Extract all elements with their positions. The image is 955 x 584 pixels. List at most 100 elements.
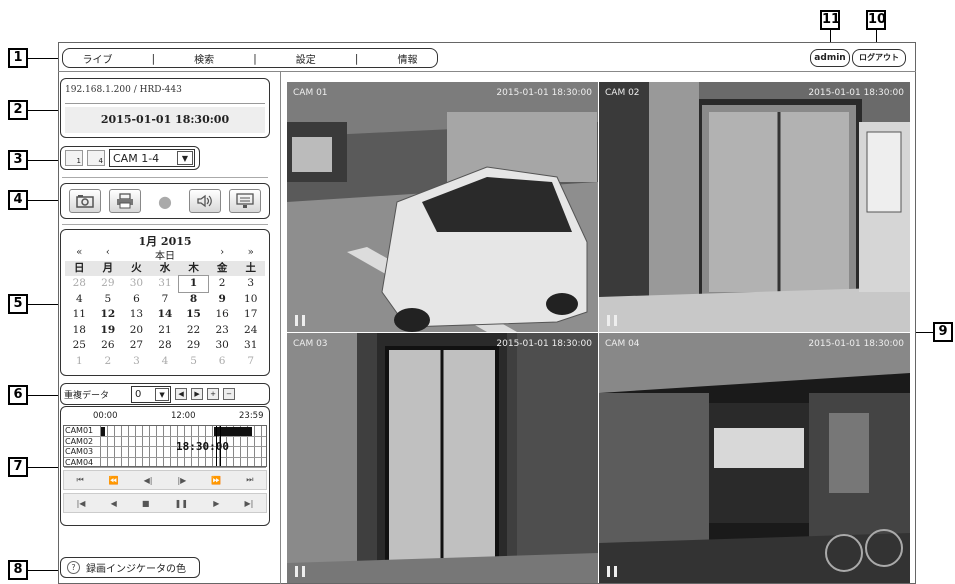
prev-month-button[interactable]: ‹ xyxy=(94,247,123,261)
prev-icon[interactable]: ◀ xyxy=(175,388,188,400)
speaker-icon[interactable] xyxy=(189,189,221,213)
calendar-day[interactable]: 25 xyxy=(65,338,94,354)
prev-year-button[interactable]: « xyxy=(65,247,94,261)
hour-label: 00:00 xyxy=(93,411,118,421)
calendar-day[interactable]: 2 xyxy=(94,354,123,370)
layout-1-button[interactable]: 1 xyxy=(65,150,83,166)
calendar-day[interactable]: 14 xyxy=(151,307,180,323)
duplicate-data-select[interactable]: 0 ▼ xyxy=(131,385,172,403)
pause-icon[interactable] xyxy=(295,566,305,577)
layout-4-button[interactable]: 4 xyxy=(87,150,105,166)
calendar-day[interactable]: 17 xyxy=(236,307,265,323)
frame-forward-icon[interactable]: ▶| xyxy=(245,499,254,508)
calendar-day[interactable]: 19 xyxy=(94,323,123,339)
camera-tile-4[interactable]: CAM 04 2015-01-01 18:30:00 xyxy=(599,333,910,583)
camera-tile-2[interactable]: CAM 02 2015-01-01 18:30:00 xyxy=(599,82,910,332)
camera-tile-1[interactable]: CAM 01 2015-01-01 18:30:00 xyxy=(287,82,598,332)
calendar-day[interactable]: 24 xyxy=(236,323,265,339)
calendar-day[interactable]: 22 xyxy=(179,323,208,339)
calendar-day[interactable]: 4 xyxy=(151,354,180,370)
calendar-day[interactable]: 13 xyxy=(122,307,151,323)
pause-icon[interactable]: ❚❚ xyxy=(175,499,188,508)
play-icon[interactable]: ▶ xyxy=(213,499,219,508)
menu-live[interactable]: ライブ xyxy=(82,51,112,66)
calendar-day[interactable]: 4 xyxy=(65,292,94,308)
today-button[interactable]: 本日 xyxy=(122,247,208,262)
timeline-row: CAM02 xyxy=(64,437,266,447)
stop-icon[interactable]: ■ xyxy=(142,499,150,508)
playback-controls-row2: |◀ ◀ ■ ❚❚ ▶ ▶| xyxy=(63,493,267,513)
calendar-day[interactable]: 7 xyxy=(151,292,180,308)
logout-button[interactable]: ログアウト xyxy=(852,49,906,67)
calendar-day[interactable]: 9 xyxy=(208,292,237,308)
calendar-day[interactable]: 6 xyxy=(208,354,237,370)
callout-2: 2 xyxy=(8,100,28,120)
calendar-day[interactable]: 21 xyxy=(151,323,180,339)
calendar-day[interactable]: 12 xyxy=(94,307,123,323)
sidebar-divider xyxy=(280,72,281,584)
calendar-day[interactable]: 2 xyxy=(208,276,237,292)
monitor-icon[interactable] xyxy=(229,189,261,213)
printer-icon[interactable] xyxy=(109,189,141,213)
calendar-day[interactable]: 5 xyxy=(94,292,123,308)
step-forward-icon[interactable]: |▶ xyxy=(177,476,186,485)
calendar-day[interactable]: 11 xyxy=(65,307,94,323)
calendar-day[interactable]: 23 xyxy=(208,323,237,339)
recording-color-legend-button[interactable]: ? 録画インジケータの色 xyxy=(60,557,200,578)
step-back-icon[interactable]: ◀| xyxy=(144,476,153,485)
pause-icon[interactable] xyxy=(607,315,617,326)
pause-icon[interactable] xyxy=(295,315,305,326)
calendar-day[interactable]: 31 xyxy=(236,338,265,354)
calendar-day[interactable]: 3 xyxy=(122,354,151,370)
calendar-day[interactable]: 1 xyxy=(65,354,94,370)
menu-info[interactable]: 情報 xyxy=(397,51,417,66)
calendar-day[interactable]: 15 xyxy=(179,307,208,323)
calendar-day[interactable]: 31 xyxy=(151,276,180,292)
timeline-grid[interactable]: CAM01 CAM02 CAM03 CAM04 18:30:00 xyxy=(63,425,267,468)
calendar-day[interactable]: 8 xyxy=(179,292,208,308)
record-dot-icon[interactable]: ● xyxy=(149,189,181,213)
calendar-day[interactable]: 6 xyxy=(122,292,151,308)
device-datetime: 2015-01-01 18:30:00 xyxy=(65,107,265,133)
fast-forward-icon[interactable]: ⏩ xyxy=(211,476,221,485)
next-icon[interactable]: ▶ xyxy=(191,388,204,400)
chevron-down-icon[interactable]: ▼ xyxy=(177,151,193,165)
chevron-down-icon[interactable]: ▼ xyxy=(155,387,170,401)
camera-tile-3[interactable]: CAM 03 2015-01-01 18:30:00 xyxy=(287,333,598,583)
skip-end-icon[interactable]: ⏭ xyxy=(246,475,253,485)
calendar-day[interactable]: 29 xyxy=(179,338,208,354)
reverse-play-icon[interactable]: ◀ xyxy=(111,499,117,508)
calendar-day[interactable]: 10 xyxy=(236,292,265,308)
calendar-day[interactable]: 3 xyxy=(236,276,265,292)
next-month-button[interactable]: › xyxy=(208,247,237,261)
skip-start-icon[interactable]: ⏮ xyxy=(76,475,83,485)
menu-search[interactable]: 検索 xyxy=(194,51,214,66)
calendar-day[interactable]: 30 xyxy=(122,276,151,292)
weekday-header: 日 xyxy=(65,261,94,276)
calendar-day[interactable]: 7 xyxy=(236,354,265,370)
main-menu: ライブ | 検索 | 設定 | 情報 xyxy=(62,48,438,68)
next-year-button[interactable]: » xyxy=(236,247,265,261)
calendar-day[interactable]: 20 xyxy=(122,323,151,339)
calendar-day[interactable]: 30 xyxy=(208,338,237,354)
admin-button[interactable]: admin xyxy=(810,49,850,67)
menu-settings[interactable]: 設定 xyxy=(296,51,316,66)
zoom-in-button[interactable]: + xyxy=(207,388,220,400)
calendar-day[interactable]: 5 xyxy=(179,354,208,370)
calendar-day[interactable]: 26 xyxy=(94,338,123,354)
camera-icon[interactable] xyxy=(69,189,101,213)
calendar-day[interactable]: 28 xyxy=(65,276,94,292)
calendar-day[interactable]: 27 xyxy=(122,338,151,354)
calendar-day[interactable]: 16 xyxy=(208,307,237,323)
zoom-out-button[interactable]: − xyxy=(223,388,236,400)
frame-back-icon[interactable]: |◀ xyxy=(77,499,86,508)
calendar-day[interactable]: 18 xyxy=(65,323,94,339)
camera-group-select[interactable]: CAM 1-4 ▼ xyxy=(109,149,195,167)
pause-icon[interactable] xyxy=(607,566,617,577)
calendar-day[interactable]: 28 xyxy=(151,338,180,354)
calendar-day-selected[interactable]: 1 xyxy=(178,275,209,293)
fast-rewind-icon[interactable]: ⏪ xyxy=(109,476,119,485)
duplicate-data-label: 重複データ xyxy=(64,390,110,401)
callout-6: 6 xyxy=(8,385,28,405)
calendar-day[interactable]: 29 xyxy=(94,276,123,292)
